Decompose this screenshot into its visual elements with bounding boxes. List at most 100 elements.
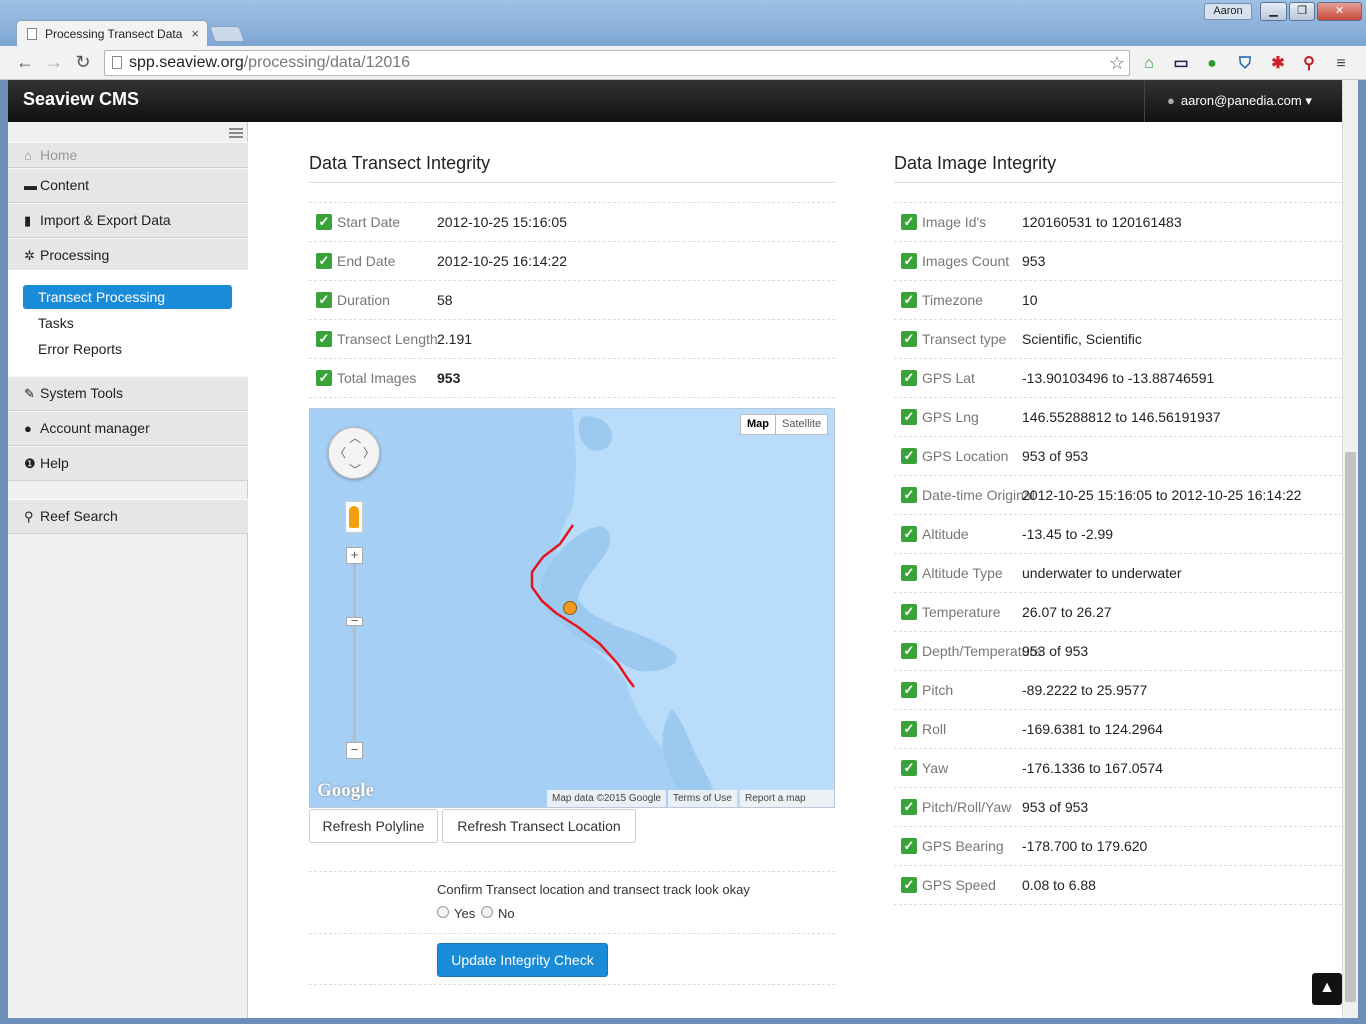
- row-value: 2012-10-25 16:14:22: [437, 253, 567, 269]
- table-row: ✓ Transect type Scientific, Scientific: [894, 319, 1342, 358]
- checkmark-icon: ✓: [901, 643, 917, 659]
- user-menu[interactable]: ● aaron@panedia.com ▾: [1144, 80, 1342, 122]
- pan-down-icon[interactable]: ﹀: [349, 461, 361, 478]
- checkmark-icon: ✓: [901, 253, 917, 269]
- profile-button[interactable]: Aaron: [1204, 3, 1252, 20]
- brand-logo[interactable]: Seaview CMS: [23, 89, 139, 110]
- url-host: spp.seaview.org: [129, 54, 244, 71]
- sidebar-item-error-reports[interactable]: Error Reports: [23, 337, 232, 361]
- zoom-in-button[interactable]: +: [346, 547, 363, 564]
- row-value: 58: [437, 292, 453, 308]
- sidebar-item-system-tools[interactable]: ✎ System Tools: [8, 376, 248, 411]
- confirm-yes-radio[interactable]: [437, 906, 449, 918]
- refresh-polyline-button[interactable]: Refresh Polyline: [309, 809, 438, 843]
- sidebar-item-processing[interactable]: ✲ Processing: [8, 238, 248, 273]
- row-label: Duration: [337, 292, 390, 308]
- street-view-pegman-icon[interactable]: [345, 501, 363, 533]
- back-to-top-button[interactable]: ▲: [1312, 973, 1342, 1005]
- sidebar-item-label: Import & Export Data: [40, 212, 171, 228]
- sidebar-item-account-manager[interactable]: ● Account manager: [8, 411, 248, 446]
- sidebar-item-tasks[interactable]: Tasks: [23, 311, 232, 335]
- divider: [309, 871, 835, 872]
- confirm-no-radio[interactable]: [481, 906, 493, 918]
- report-map-error-link[interactable]: Report a map error: [740, 790, 834, 807]
- shield-icon[interactable]: ⛉: [1235, 54, 1255, 74]
- row-value: 0.08 to 6.88: [1022, 877, 1096, 893]
- row-value: 2012-10-25 15:16:05: [437, 214, 567, 230]
- sidebar-item-reef-search[interactable]: ⚲ Reef Search: [8, 499, 248, 534]
- menu-icon[interactable]: ≡: [1331, 54, 1351, 74]
- row-value: -169.6381 to 124.2964: [1022, 721, 1163, 737]
- close-window-button[interactable]: ✕: [1317, 2, 1362, 21]
- map-pin-icon[interactable]: ⚲: [1299, 54, 1319, 74]
- maximize-button[interactable]: ❐: [1289, 2, 1315, 21]
- row-label: Image Id's: [922, 214, 987, 230]
- map-pan-control[interactable]: ︿ ﹀ 〈 〉: [328, 427, 380, 479]
- pan-right-icon[interactable]: 〉: [363, 444, 375, 461]
- sidebar-item-content[interactable]: ▬ Content: [8, 168, 248, 203]
- screen-capture-icon[interactable]: ▭: [1171, 54, 1191, 74]
- checkmark-icon: ✓: [901, 370, 917, 386]
- evernote-icon[interactable]: ●: [1202, 54, 1222, 74]
- zoom-slider-track[interactable]: [353, 564, 356, 754]
- url-field[interactable]: spp.seaview.org/processing/data/12016 ☆: [104, 50, 1130, 76]
- page-scrollbar[interactable]: [1342, 80, 1358, 1018]
- row-label: Altitude Type: [922, 565, 1003, 581]
- row-value: underwater to underwater: [1022, 565, 1182, 581]
- transect-location-marker[interactable]: [563, 601, 577, 615]
- sidebar-item-help[interactable]: ❶ Help: [8, 446, 248, 481]
- bookmark-star-icon[interactable]: ☆: [1109, 51, 1125, 75]
- terms-of-use-link[interactable]: Terms of Use: [668, 790, 737, 807]
- checkmark-icon: ✓: [901, 838, 917, 854]
- row-value: 953: [1022, 253, 1046, 269]
- checkmark-icon: ✓: [901, 721, 917, 737]
- checkmark-icon: ✓: [901, 526, 917, 542]
- new-tab-button[interactable]: [209, 26, 245, 42]
- checkmark-icon: ✓: [901, 565, 917, 581]
- refresh-transect-location-button[interactable]: Refresh Transect Location: [442, 809, 636, 843]
- checkmark-icon: ✓: [316, 331, 332, 347]
- table-row: ✓ GPS Lng 146.55288812 to 146.56191937: [894, 397, 1342, 436]
- transect-map[interactable]: Map Satellite ︿ ﹀ 〈 〉 + − − Google Map d…: [309, 408, 835, 808]
- home-icon: ⌂: [24, 148, 32, 163]
- map-type-map-button[interactable]: Map: [740, 414, 776, 435]
- table-row: ✓ GPS Speed 0.08 to 6.88: [894, 865, 1342, 904]
- info-icon: ❶: [24, 456, 36, 471]
- checkmark-icon: ✓: [901, 877, 917, 893]
- tab-close-icon[interactable]: ×: [191, 26, 199, 41]
- lastpass-icon[interactable]: ✱: [1268, 54, 1288, 74]
- sidebar-collapse-icon[interactable]: [229, 128, 243, 138]
- row-label: Images Count: [922, 253, 1010, 269]
- zoom-out-button[interactable]: −: [346, 742, 363, 759]
- row-value: 10: [1022, 292, 1038, 308]
- sidebar-item-home[interactable]: ⌂ Home: [8, 142, 248, 168]
- processing-submenu: Transect Processing Tasks Error Reports: [8, 270, 248, 376]
- forward-arrow-icon[interactable]: →: [43, 52, 65, 73]
- confirm-no-label[interactable]: No: [498, 906, 515, 921]
- home-extension-icon[interactable]: ⌂: [1139, 54, 1159, 74]
- back-arrow-icon[interactable]: ←: [14, 52, 36, 73]
- row-value: 2.191: [437, 331, 473, 347]
- user-icon: ●: [1167, 93, 1175, 108]
- title-divider: [309, 182, 835, 183]
- scrollbar-thumb[interactable]: [1345, 452, 1356, 1002]
- app-viewport: Seaview CMS ● aaron@panedia.com ▾ ⌂ Home ▬…: [8, 80, 1342, 1018]
- sidebar-item-label: Content: [40, 177, 90, 193]
- checkmark-icon: ✓: [316, 292, 332, 308]
- address-bar: ← → ↻ spp.seaview.org/processing/data/12…: [0, 46, 1366, 80]
- table-row: ✓ Images Count 953: [894, 241, 1342, 280]
- map-type-satellite-button[interactable]: Satellite: [775, 414, 829, 435]
- confirm-yes-label[interactable]: Yes: [454, 906, 475, 921]
- update-integrity-check-button[interactable]: Update Integrity Check: [437, 943, 608, 977]
- title-divider: [894, 182, 1342, 183]
- sidebar-item-import-export[interactable]: ▮ Import & Export Data: [8, 203, 248, 238]
- reload-icon[interactable]: ↻: [72, 52, 94, 73]
- url-path: /processing/data/12016: [243, 54, 411, 71]
- pan-up-icon[interactable]: ︿: [349, 429, 361, 446]
- table-row: ✓ Timezone 10: [894, 280, 1342, 319]
- minimize-button[interactable]: ▁: [1260, 2, 1287, 21]
- pan-left-icon[interactable]: 〈: [334, 444, 346, 461]
- zoom-slider-handle[interactable]: −: [346, 614, 363, 627]
- browser-tab[interactable]: Processing Transect Data ×: [16, 20, 208, 46]
- sidebar-item-transect-processing[interactable]: Transect Processing: [23, 285, 232, 309]
